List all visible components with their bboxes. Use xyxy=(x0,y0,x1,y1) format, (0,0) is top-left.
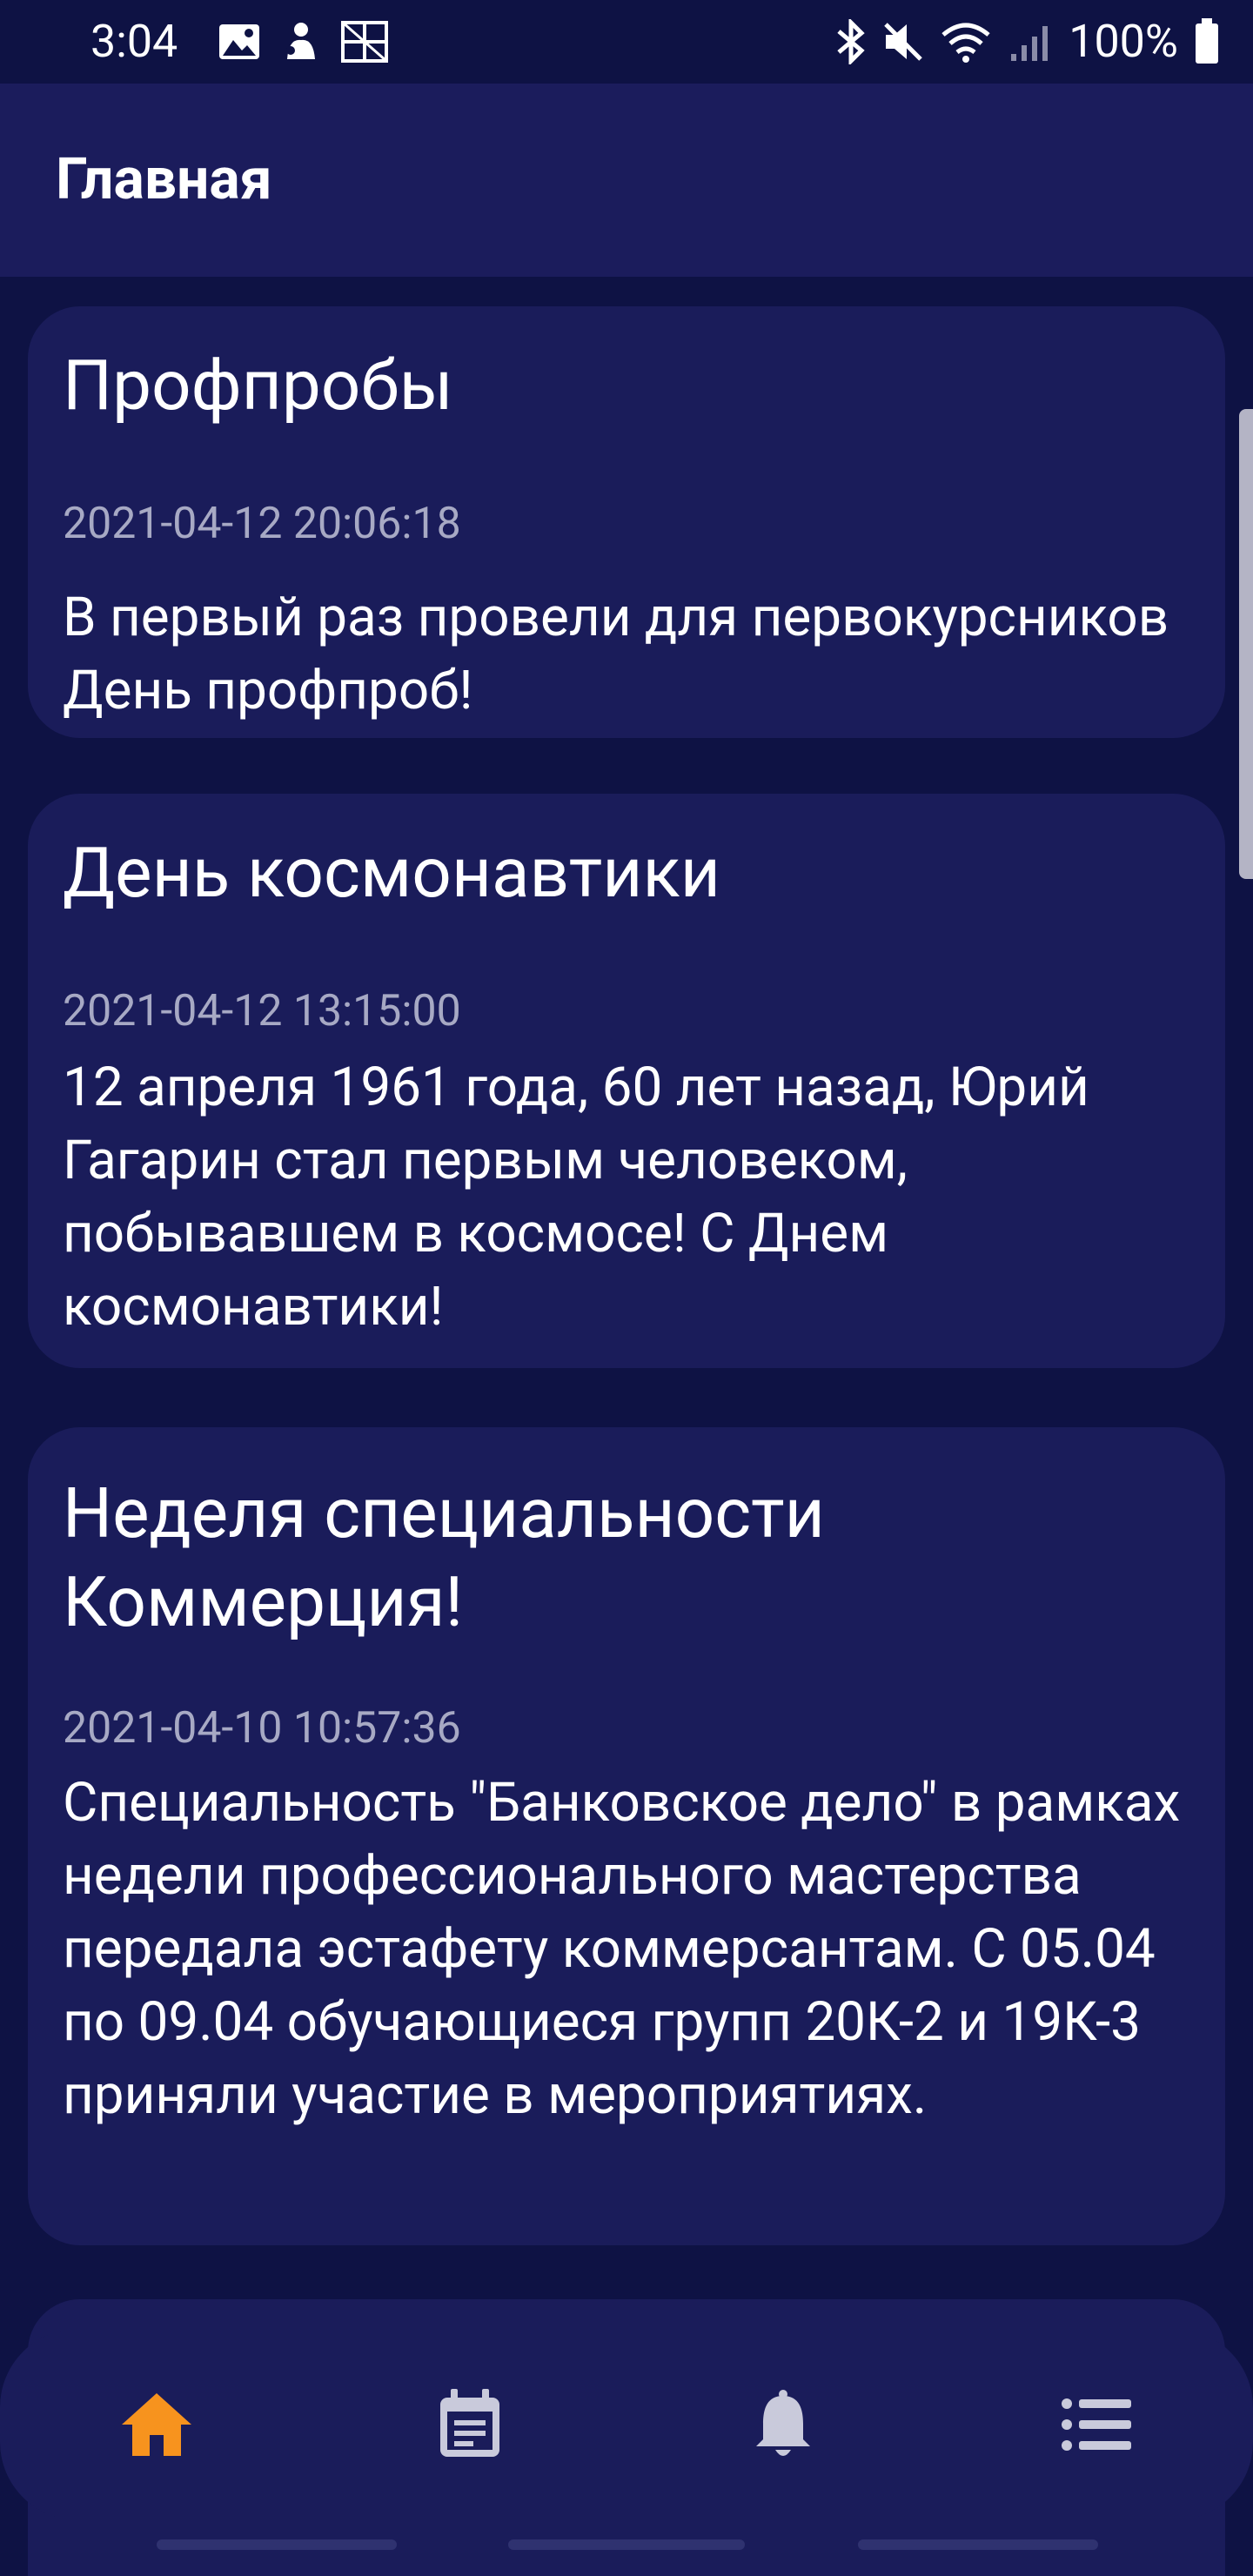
mute-icon xyxy=(884,23,923,61)
news-body: В первый раз провели для первокурсников … xyxy=(63,586,1169,722)
grid-notification-icon xyxy=(341,21,388,63)
nav-schedule-button[interactable] xyxy=(383,2329,557,2520)
news-title: Неделя специальности Коммерция! xyxy=(63,1472,825,1643)
news-feed[interactable]: Профпробы 2021-04-12 20:06:18 В первый р… xyxy=(0,277,1253,2576)
notification-icons xyxy=(218,17,388,66)
system-icons: 100% xyxy=(835,16,1220,68)
status-bar: 3:04 100% xyxy=(0,0,1253,84)
wifi-icon xyxy=(941,23,990,63)
gesture-hint-left xyxy=(157,2539,397,2550)
news-body: 12 апреля 1961 года, 60 лет назад, Юрий … xyxy=(63,1056,1089,1338)
app-bar: Главная xyxy=(0,84,1253,277)
page-title: Главная xyxy=(56,146,272,213)
news-card[interactable]: Профпробы 2021-04-12 20:06:18 В первый р… xyxy=(28,306,1225,738)
bluetooth-icon xyxy=(837,19,865,64)
status-time: 3:04 xyxy=(90,15,178,68)
news-body: Специальность "Банковское дело" в рамках… xyxy=(63,1771,1181,2127)
app-notification-icon xyxy=(286,23,315,59)
gallery-icon xyxy=(219,24,259,59)
bell-icon xyxy=(756,2390,810,2456)
nav-home-button[interactable] xyxy=(70,2329,244,2520)
news-card[interactable]: День космонавтики 2021-04-12 13:15:00 12… xyxy=(28,794,1225,1368)
battery-percent: 100% xyxy=(1069,15,1178,68)
scrollbar[interactable] xyxy=(1239,409,1253,879)
news-title: День космонавтики xyxy=(63,832,720,914)
news-card[interactable]: Неделя специальности Коммерция! 2021-04-… xyxy=(28,1427,1225,2245)
news-title: Профпробы xyxy=(63,345,453,426)
list-icon xyxy=(1062,2398,1131,2451)
news-date: 2021-04-10 10:57:36 xyxy=(63,1703,461,1754)
gesture-hint-center xyxy=(508,2539,745,2550)
home-icon xyxy=(122,2393,191,2456)
bottom-navigation xyxy=(0,2329,1253,2520)
news-date: 2021-04-12 20:06:18 xyxy=(63,499,461,549)
gesture-hint-right xyxy=(858,2539,1098,2550)
battery-icon xyxy=(1196,18,1218,64)
nav-notifications-button[interactable] xyxy=(696,2329,870,2520)
signal-icon xyxy=(1011,26,1049,61)
news-date: 2021-04-12 13:15:00 xyxy=(63,986,461,1036)
calendar-icon xyxy=(440,2389,499,2457)
nav-menu-button[interactable] xyxy=(1009,2329,1183,2520)
